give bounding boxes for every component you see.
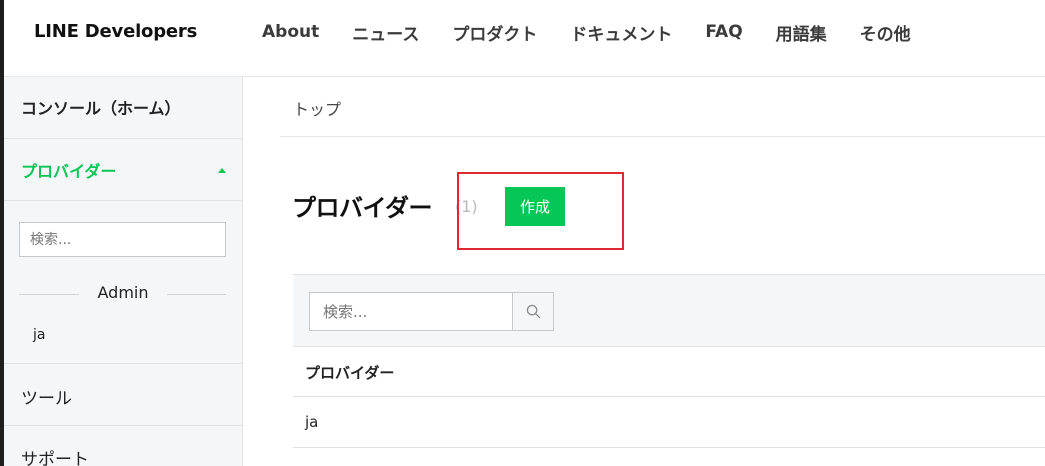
provider-search-input[interactable] [309,292,512,331]
nav-products[interactable]: プロダクト [452,20,537,45]
sidebar-item-tools[interactable]: ツール [4,364,242,426]
top-header: LINE Developers About ニュース プロダクト ドキュメント … [4,0,1045,77]
sidebar-item-label: コンソール（ホーム） [21,99,181,118]
sidebar-item-label: プロバイダー [21,162,117,181]
search-icon [526,304,541,319]
breadcrumb-top[interactable]: トップ [293,96,341,120]
nav-news[interactable]: ニュース [352,20,419,45]
sidebar-item-console-home[interactable]: コンソール（ホーム） [4,77,242,139]
nav-docs[interactable]: ドキュメント [570,20,672,45]
sidebar: コンソール（ホーム） プロバイダー Admin ja ツール サポート [4,77,243,466]
page-title: プロバイダー [292,194,433,222]
sidebar-provider-panel: Admin ja [4,201,242,364]
group-label-admin: Admin [97,283,149,302]
provider-count: (1) [455,197,478,216]
nav-about[interactable]: About [262,22,319,42]
provider-name-cell[interactable]: ja [305,413,318,431]
sidebar-item-support[interactable]: サポート [4,426,242,466]
sidebar-item-label: サポート [21,450,89,466]
nav-faq[interactable]: FAQ [705,22,742,42]
divider [167,294,226,295]
search-panel [293,274,1045,347]
search-button[interactable] [512,292,554,331]
table-header: プロバイダー [293,347,1045,397]
nav-more[interactable]: その他 [860,20,911,45]
caret-up-icon[interactable] [218,168,226,173]
sidebar-item-label: ツール [21,389,72,409]
brand-logo[interactable]: LINE Developers [34,21,197,42]
top-nav: About ニュース プロダクト ドキュメント FAQ 用語集 その他 [262,0,944,64]
column-header-provider: プロバイダー [305,364,395,382]
sidebar-search-input[interactable] [19,222,226,257]
create-button[interactable]: 作成 [505,187,565,226]
nav-glossary[interactable]: 用語集 [776,20,827,45]
sidebar-provider-ja[interactable]: ja [33,327,45,343]
table-row[interactable]: ja [293,397,1045,448]
sidebar-item-provider[interactable]: プロバイダー [4,139,242,201]
divider [280,136,1045,137]
